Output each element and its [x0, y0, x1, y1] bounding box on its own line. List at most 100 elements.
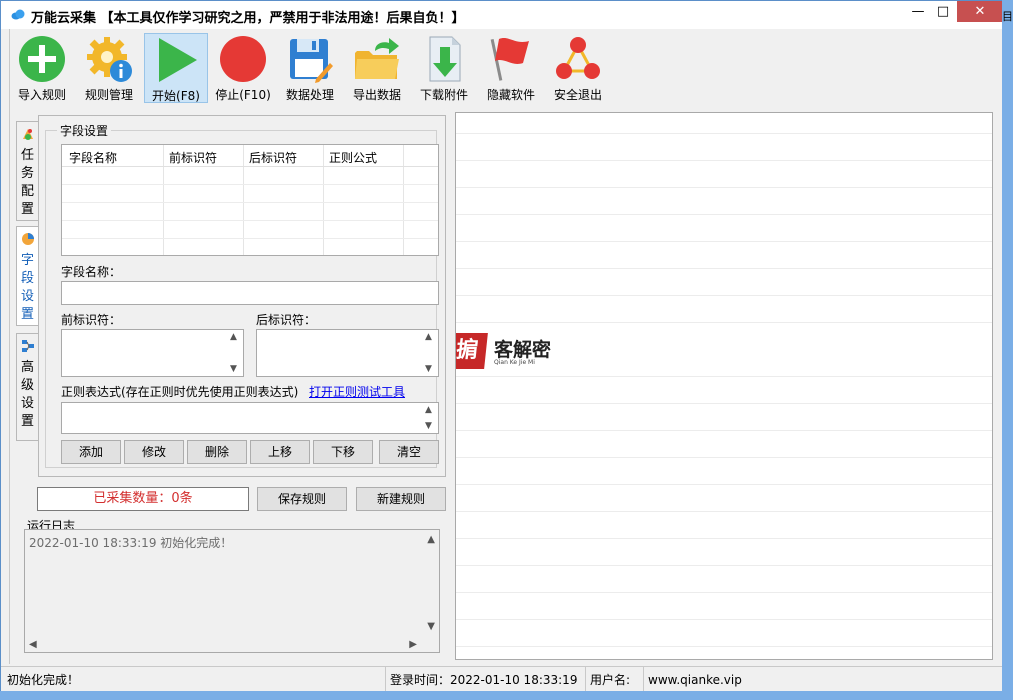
scroll-up-icon[interactable]: ▲	[425, 332, 432, 342]
title-bar: 万能云采集 【本工具仅作学习研究之用，严禁用于非法用途！后果自负！】 — □ ✕	[1, 1, 1012, 29]
result-row-line	[456, 295, 992, 296]
result-row-line	[456, 187, 992, 188]
result-row-line	[456, 403, 992, 404]
vertical-tabs: 任务配置 字段设置 高级设置	[16, 113, 38, 473]
move-up-button[interactable]: 上移	[250, 440, 310, 464]
stop-button[interactable]: 停止(F10)	[211, 33, 275, 103]
desktop-edge: 目	[1002, 0, 1013, 700]
status-login-time: 登录时间：2022-01-10 18:33:19	[385, 667, 583, 693]
safe-exit-button[interactable]: 安全退出	[546, 33, 610, 103]
start-button[interactable]: 开始(F8)	[144, 33, 208, 103]
regex-label: 正则表达式(存在正则时优先使用正则表达式)	[61, 385, 299, 399]
table-row[interactable]	[62, 203, 438, 221]
data-process-button[interactable]: 数据处理	[278, 33, 342, 103]
tab-task-config-label: 任务配置	[20, 148, 34, 217]
watermark-subtext: Qian Ke Jie Mi	[494, 359, 535, 366]
export-data-label: 导出数据	[352, 88, 401, 102]
config-panel: 任务配置 字段设置 高级设置 字段设置 字段名称 前标识符 后标识符 正则公式 …	[16, 113, 446, 479]
status-user-value: www.qianke.vip	[643, 667, 783, 693]
tab-advanced-settings[interactable]: 高级设置	[16, 333, 38, 441]
tab-task-config[interactable]: 任务配置	[16, 121, 38, 221]
scroll-up-icon[interactable]: ▲	[427, 534, 435, 545]
scroll-down-icon[interactable]: ▼	[230, 364, 237, 374]
column-header-regex[interactable]: 正则公式	[329, 149, 377, 166]
tab-field-settings[interactable]: 字段设置	[16, 226, 38, 326]
column-header-suffix[interactable]: 后标识符	[249, 149, 297, 166]
stop-icon	[220, 36, 266, 82]
result-row-line	[456, 133, 992, 134]
table-row[interactable]	[62, 239, 438, 255]
table-row[interactable]	[62, 185, 438, 203]
log-line: 2022-01-10 18:33:19 初始化完成！	[29, 536, 233, 550]
scroll-right-icon[interactable]: ▶	[409, 639, 417, 650]
clear-button[interactable]: 清空	[379, 440, 439, 464]
field-settings-icon	[21, 233, 34, 245]
result-row-line	[456, 160, 992, 161]
result-row-line	[456, 565, 992, 566]
run-log-box[interactable]: 2022-01-10 18:33:19 初始化完成！ ▲ ▼ ◀ ▶	[24, 529, 440, 653]
result-row-line	[456, 430, 992, 431]
suffix-scrollbar[interactable]: ▲ ▼	[422, 330, 438, 376]
result-row-line	[456, 268, 992, 269]
save-rule-button[interactable]: 保存规则	[257, 487, 347, 511]
data-process-label: 数据处理	[285, 88, 334, 102]
import-rule-button[interactable]: 导入规则	[10, 33, 74, 103]
collected-count: 已采集数量：0条	[37, 487, 249, 511]
result-row-line	[456, 322, 992, 323]
table-row[interactable]	[62, 221, 438, 239]
download-attachment-label: 下载附件	[419, 88, 468, 102]
start-label: 开始(F8)	[152, 89, 200, 103]
column-header-prefix[interactable]: 前标识符	[169, 149, 217, 166]
main-content: 导入规则 规则管理 开始(F8) 停止(F10) 数据处理 导出数据 下载附件 …	[9, 29, 1003, 664]
regex-input[interactable]: ▲ ▼	[61, 402, 439, 434]
regex-scrollbar[interactable]: ▲ ▼	[422, 403, 438, 433]
prefix-input[interactable]: ▲ ▼	[61, 329, 244, 377]
scroll-left-icon[interactable]: ◀	[29, 639, 37, 650]
network-icon	[556, 37, 600, 79]
download-attachment-button[interactable]: 下载附件	[412, 33, 476, 103]
watermark-badge: 掮	[456, 333, 488, 369]
scroll-down-icon[interactable]: ▼	[425, 421, 432, 431]
result-row-line	[456, 484, 992, 485]
advanced-settings-icon	[21, 340, 34, 352]
scroll-up-icon[interactable]: ▲	[425, 405, 432, 415]
move-down-button[interactable]: 下移	[313, 440, 373, 464]
scroll-down-icon[interactable]: ▼	[425, 364, 432, 374]
desktop-bottom-edge	[0, 691, 1013, 700]
delete-button[interactable]: 删除	[187, 440, 247, 464]
watermark-text: 客解密	[494, 339, 552, 361]
field-settings-group-title: 字段设置	[57, 122, 112, 139]
app-window: 万能云采集 【本工具仅作学习研究之用，严禁用于非法用途！后果自负！】 — □ ✕…	[0, 0, 1013, 700]
table-row[interactable]	[62, 167, 438, 185]
result-row-line	[456, 619, 992, 620]
close-button[interactable]: ✕	[957, 1, 1003, 22]
suffix-label: 后标识符：	[256, 313, 317, 327]
field-name-label: 字段名称：	[61, 265, 122, 279]
safe-exit-label: 安全退出	[553, 88, 602, 102]
prefix-scrollbar[interactable]: ▲ ▼	[227, 330, 243, 376]
column-header-field-name[interactable]: 字段名称	[69, 149, 117, 166]
window-title: 万能云采集 【本工具仅作学习研究之用，严禁用于非法用途！后果自负！】	[31, 11, 465, 26]
status-message: 初始化完成！	[7, 673, 80, 687]
result-row-line	[456, 511, 992, 512]
rule-manage-button[interactable]: 规则管理	[77, 33, 141, 103]
flag-icon	[490, 38, 529, 81]
hide-software-button[interactable]: 隐藏软件	[479, 33, 543, 103]
new-rule-button[interactable]: 新建规则	[356, 487, 446, 511]
add-button[interactable]: 添加	[61, 440, 121, 464]
modify-button[interactable]: 修改	[124, 440, 184, 464]
scroll-down-icon[interactable]: ▼	[427, 621, 435, 632]
field-name-input[interactable]	[61, 281, 439, 305]
cloud-icon	[11, 9, 25, 20]
run-log-group: 运行日志 2022-01-10 18:33:19 初始化完成！ ▲ ▼ ◀ ▶	[18, 517, 448, 689]
open-regex-tool-link[interactable]: 打开正则测试工具	[309, 383, 405, 400]
task-config-icon	[22, 129, 33, 140]
scroll-up-icon[interactable]: ▲	[230, 332, 237, 342]
export-data-button[interactable]: 导出数据	[345, 33, 409, 103]
suffix-input[interactable]: ▲ ▼	[256, 329, 439, 377]
maximize-button[interactable]: □	[928, 1, 958, 23]
result-row-line	[456, 592, 992, 593]
result-pane[interactable]: 掮 客解密 Qian Ke Jie Mi	[455, 112, 993, 660]
field-table[interactable]: 字段名称 前标识符 后标识符 正则公式	[61, 144, 439, 256]
hide-software-label: 隐藏软件	[486, 88, 535, 102]
